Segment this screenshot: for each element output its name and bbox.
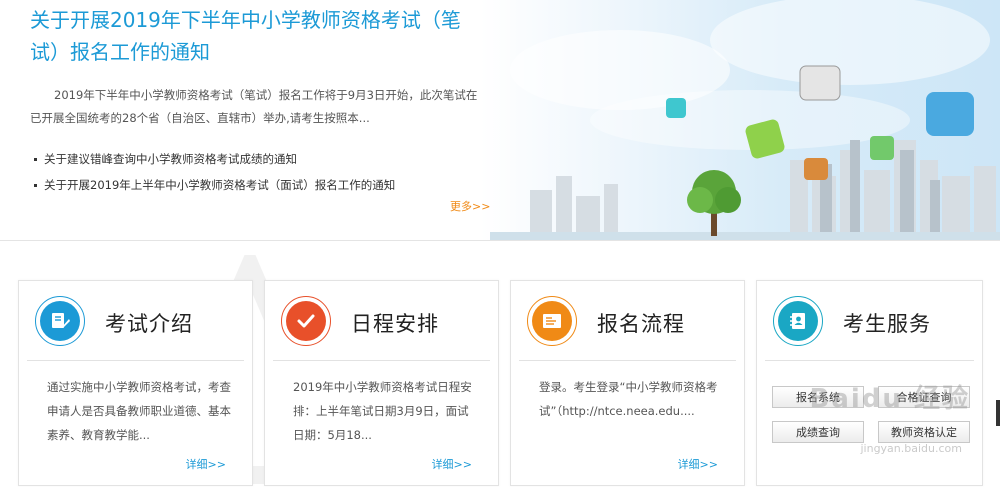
headline-link[interactable]: 关于开展2019年下半年中小学教师资格考试（笔试）报名工作的通知 [30,4,480,68]
teacher-certification-button[interactable]: 教师资格认定 [878,421,970,443]
card-icon-ring [281,296,331,346]
card-description: 2019年中小学教师资格考试日程安排：上半年笔试日期3月9日，面试日期：5月18… [293,380,472,442]
card-title: 日程安排 [351,312,439,336]
divider [273,360,490,361]
document-pen-icon [40,301,80,341]
bullet-icon [34,184,37,187]
card-title: 报名流程 [597,312,685,336]
detail-link[interactable]: 详细>> [186,456,226,472]
cloud [710,0,990,85]
card-icon-ring [773,296,823,346]
divider [27,360,244,361]
card-description: 通过实施中小学教师资格考试，考查申请人是否具备教师职业道德、基本素养、教育教学能… [47,380,231,442]
news-item-label: 关于建议错峰查询中小学教师资格考试成绩的通知 [44,152,297,166]
ground [490,232,1000,240]
scrollbar-thumb[interactable] [996,400,1000,426]
card-icon-ring [527,296,577,346]
divider [765,360,974,361]
headline-summary: 2019年下半年中小学教师资格考试（笔试）报名工作将于9月3日开始，此次笔试在已… [30,88,478,125]
detail-link[interactable]: 详细>> [678,456,718,472]
news-item[interactable]: 关于开展2019年上半年中小学教师资格考试（面试）报名工作的通知 [34,172,395,198]
card-registration-process: 报名流程 登录。考生登录“中小学教师资格考试”（http://ntce.neea… [510,280,745,486]
news-list: 关于建议错峰查询中小学教师资格考试成绩的通知 关于开展2019年上半年中小学教师… [34,146,395,198]
tree-icon [687,170,741,236]
card-schedule: 日程安排 2019年中小学教师资格考试日程安排：上半年笔试日期3月9日，面试日期… [264,280,499,486]
card-title: 考生服务 [843,312,931,336]
news-item-label: 关于开展2019年上半年中小学教师资格考试（面试）报名工作的通知 [44,178,396,192]
score-query-button[interactable]: 成绩查询 [772,421,864,443]
form-icon [532,301,572,341]
card-description: 登录。考生登录“中小学教师资格考试”（http://ntce.neea.edu.… [539,380,718,418]
divider [519,360,736,361]
card-exam-intro: 考试介绍 通过实施中小学教师资格考试，考查申请人是否具备教师职业道德、基本素养、… [18,280,253,486]
news-item[interactable]: 关于建议错峰查询中小学教师资格考试成绩的通知 [34,146,395,172]
card-title: 考试介绍 [105,312,193,336]
contact-book-icon [778,301,818,341]
city-scene-illustration [490,0,1000,240]
more-link[interactable]: 更多>> [450,198,490,214]
card-icon-ring [35,296,85,346]
detail-link[interactable]: 详细>> [432,456,472,472]
news-banner: 关于开展2019年下半年中小学教师资格考试（笔试）报名工作的通知 2019年下半… [0,0,1000,241]
watermark-brand: Baidu 经验 [809,384,970,414]
checkmark-icon [286,301,326,341]
watermark-url: jingyan.baidu.com [860,442,962,455]
bullet-icon [34,158,37,161]
